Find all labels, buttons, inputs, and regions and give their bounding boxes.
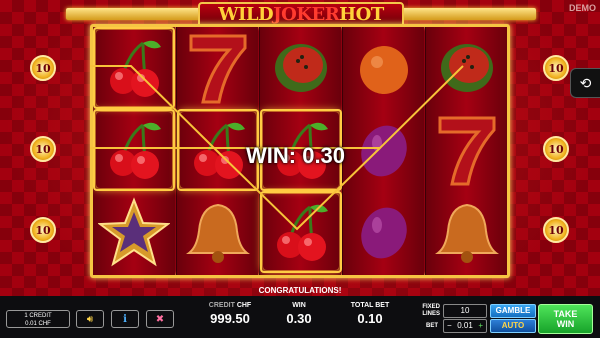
history-icon: ⟲ bbox=[579, 74, 592, 91]
seven-icon bbox=[177, 27, 259, 109]
credit-denomination-line2: 0.01 CHF bbox=[25, 321, 51, 327]
fixed-lines-value: 10 bbox=[443, 304, 487, 318]
orange-icon bbox=[343, 27, 425, 109]
logo-joker: JOKER bbox=[273, 4, 340, 25]
line-indicator-right-1: 10 bbox=[543, 55, 569, 81]
bet-value: 0.01 bbox=[457, 321, 473, 330]
win-overlay: WIN: 0.30 bbox=[246, 143, 346, 168]
reel-4 bbox=[342, 27, 424, 275]
star-icon bbox=[93, 191, 175, 273]
demo-label: DEMO bbox=[569, 3, 596, 13]
credit-denomination-button[interactable]: 1 CREDIT 0.01 CHF bbox=[6, 310, 70, 328]
logo-hot: HOT bbox=[339, 4, 384, 25]
control-bar: 1 CREDIT 0.01 CHF 🔊︎ i ✖ CREDIT CHF 999.… bbox=[0, 296, 600, 338]
bet-minus-button[interactable]: − bbox=[447, 320, 452, 332]
win-label: WIN bbox=[292, 302, 306, 309]
plum-icon bbox=[343, 109, 425, 191]
info-icon: i bbox=[123, 313, 127, 325]
take-win-button[interactable]: TAKE WIN bbox=[538, 304, 593, 334]
cherry-icon bbox=[260, 191, 342, 273]
banner-wing-left bbox=[66, 8, 206, 20]
bell-icon bbox=[177, 191, 259, 273]
credit-denomination-line1: 1 CREDIT bbox=[24, 313, 52, 319]
watermelon-icon bbox=[426, 27, 507, 109]
win-display: WIN 0.30 bbox=[278, 302, 320, 326]
title-banner: WILDJOKERHOT bbox=[66, 2, 536, 28]
info-button[interactable]: i bbox=[111, 310, 139, 328]
credit-currency: CHF bbox=[236, 302, 252, 309]
seven-icon bbox=[426, 109, 507, 191]
credit-display: CREDIT CHF 999.50 bbox=[205, 302, 255, 326]
status-message: CONGRATULATIONS! bbox=[258, 286, 342, 295]
cherry-icon bbox=[93, 109, 175, 191]
credit-label: CREDIT bbox=[208, 302, 235, 309]
total-bet-label: TOTAL BET bbox=[350, 302, 390, 309]
take-win-label-1: TAKE bbox=[553, 309, 578, 319]
reel-1 bbox=[93, 27, 175, 275]
reel-5 bbox=[425, 27, 507, 275]
bet-plus-button[interactable]: + bbox=[478, 320, 483, 332]
total-bet-value: 0.10 bbox=[357, 311, 383, 326]
fixed-lines-label-1: FIXED bbox=[422, 304, 440, 310]
watermelon-icon bbox=[260, 27, 342, 109]
bell-icon bbox=[426, 191, 507, 273]
banner-wing-right bbox=[396, 8, 536, 20]
speaker-icon: 🔊︎ bbox=[86, 313, 94, 325]
bet-stepper: − 0.01 + bbox=[443, 319, 487, 333]
line-indicator-left-2: 10 bbox=[30, 136, 56, 162]
win-value: 0.30 bbox=[286, 311, 312, 326]
plum-icon bbox=[343, 191, 425, 273]
history-button[interactable]: ⟲ bbox=[570, 68, 600, 98]
logo-wild: WILD bbox=[218, 4, 274, 25]
fullscreen-button[interactable]: ✖ bbox=[146, 310, 174, 328]
fullscreen-icon: ✖ bbox=[155, 313, 165, 325]
gamble-button[interactable]: GAMBLE bbox=[490, 304, 536, 318]
line-indicator-left-3: 10 bbox=[30, 217, 56, 243]
bet-label: BET bbox=[426, 323, 438, 329]
fixed-lines-label: FIXED LINES bbox=[420, 304, 440, 318]
sound-button[interactable]: 🔊︎ bbox=[76, 310, 104, 328]
line-indicator-right-2: 10 bbox=[543, 136, 569, 162]
line-indicator-left-1: 10 bbox=[30, 55, 56, 81]
cherry-icon bbox=[93, 27, 175, 109]
line-indicator-right-3: 10 bbox=[543, 217, 569, 243]
credit-value: 999.50 bbox=[210, 311, 250, 326]
take-win-label-2: WIN bbox=[556, 319, 575, 329]
fixed-lines-label-2: LINES bbox=[422, 311, 440, 317]
total-bet-display: TOTAL BET 0.10 bbox=[344, 302, 396, 326]
auto-button[interactable]: AUTO bbox=[490, 319, 536, 333]
